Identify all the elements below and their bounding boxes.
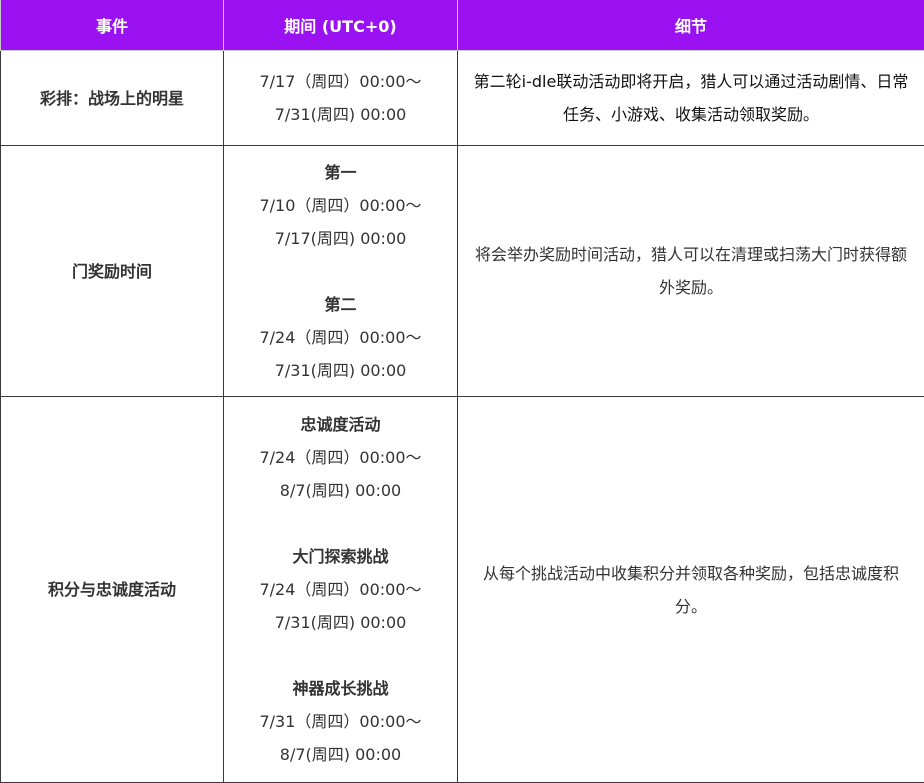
event-name: 彩排：战场上的明星 (1, 51, 224, 146)
header-event: 事件 (1, 0, 224, 51)
period-block-title: 忠诚度活动 (232, 408, 449, 441)
table-header-row: 事件 期间 (UTC+0) 细节 (1, 0, 924, 51)
period-start: 7/31（周四）00:00～ (232, 705, 449, 738)
spacer (232, 255, 449, 288)
header-detail: 细节 (458, 0, 924, 51)
period-end: 7/31(周四) 00:00 (232, 98, 449, 131)
table-row: 积分与忠诚度活动 忠诚度活动 7/24（周四）00:00～ 8/7(周四) 00… (1, 397, 924, 783)
period-start: 7/24（周四）00:00～ (232, 441, 449, 474)
spacer (232, 639, 449, 672)
event-period: 忠诚度活动 7/24（周四）00:00～ 8/7(周四) 00:00 大门探索挑… (224, 397, 458, 783)
event-name: 积分与忠诚度活动 (1, 397, 224, 783)
period-end: 7/31(周四) 00:00 (232, 354, 449, 387)
detail-text: 将会举办奖励时间活动，猎人可以在清理或扫荡大门时获得额外奖励。 (466, 238, 916, 304)
period-start: 7/24（周四）00:00～ (232, 321, 449, 354)
event-detail: 第二轮i-dle联动活动即将开启，猎人可以通过活动剧情、日常任务、小游戏、收集活… (458, 51, 924, 146)
period-block-title: 第二 (232, 288, 449, 321)
period-end: 8/7(周四) 00:00 (232, 474, 449, 507)
table-row: 彩排：战场上的明星 7/17（周四）00:00～ 7/31(周四) 00:00 … (1, 51, 924, 146)
period-block-title: 神器成长挑战 (232, 672, 449, 705)
period-end: 7/17(周四) 00:00 (232, 222, 449, 255)
detail-text: 从每个挑战活动中收集积分并领取各种奖励，包括忠诚度积分。 (466, 557, 916, 623)
period-start: 7/10（周四）00:00～ (232, 189, 449, 222)
event-schedule-table: 事件 期间 (UTC+0) 细节 彩排：战场上的明星 7/17（周四）00:00… (0, 0, 924, 783)
event-detail: 将会举办奖励时间活动，猎人可以在清理或扫荡大门时获得额外奖励。 (458, 146, 924, 397)
period-end: 7/31(周四) 00:00 (232, 606, 449, 639)
period-block-title: 大门探索挑战 (232, 540, 449, 573)
header-period: 期间 (UTC+0) (224, 0, 458, 51)
period-block-title: 第一 (232, 156, 449, 189)
spacer (232, 507, 449, 540)
event-name: 门奖励时间 (1, 146, 224, 397)
event-period: 7/17（周四）00:00～ 7/31(周四) 00:00 (224, 51, 458, 146)
detail-text: 第二轮i-dle联动活动即将开启，猎人可以通过活动剧情、日常任务、小游戏、收集活… (466, 65, 916, 131)
period-start: 7/24（周四）00:00～ (232, 573, 449, 606)
period-start: 7/17（周四）00:00～ (232, 65, 449, 98)
event-period: 第一 7/10（周四）00:00～ 7/17(周四) 00:00 第二 7/24… (224, 146, 458, 397)
event-detail: 从每个挑战活动中收集积分并领取各种奖励，包括忠诚度积分。 (458, 397, 924, 783)
period-end: 8/7(周四) 00:00 (232, 738, 449, 771)
table-row: 门奖励时间 第一 7/10（周四）00:00～ 7/17(周四) 00:00 第… (1, 146, 924, 397)
